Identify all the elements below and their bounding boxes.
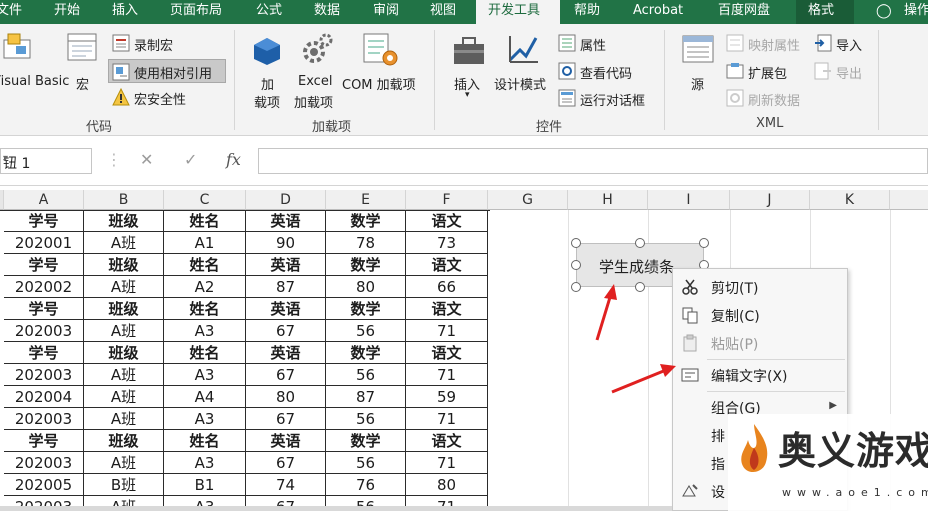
watermark-url: www.aoe1.com <box>782 486 928 499</box>
annotation-arrow <box>595 284 617 341</box>
site-watermark: 奥义游戏网 www.aoe1.com <box>728 414 928 511</box>
watermark-title: 奥义游戏网 <box>778 428 928 473</box>
flame-logo-icon <box>741 424 768 473</box>
annotation-arrow <box>611 364 676 394</box>
horizontal-scrollbar[interactable] <box>0 506 672 511</box>
